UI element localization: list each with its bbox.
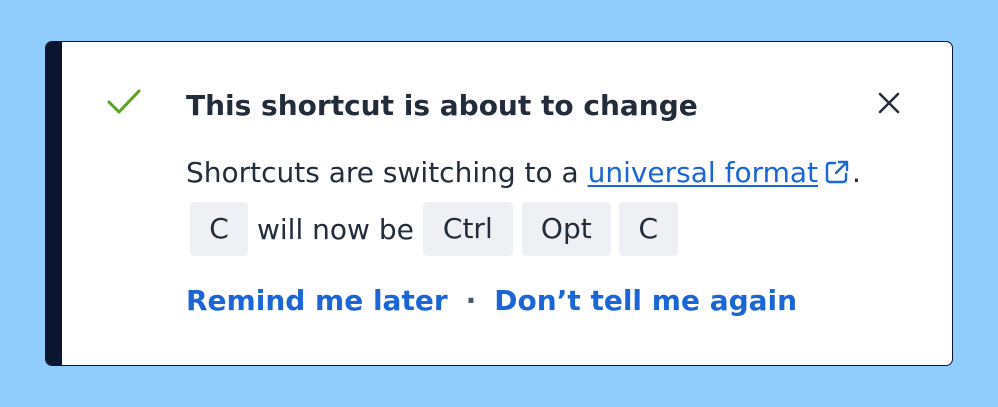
message-suffix: . (852, 156, 861, 189)
new-key-ctrl: Ctrl (422, 202, 513, 256)
close-icon[interactable] (876, 90, 902, 116)
dont-tell-me-again-button[interactable]: Don’t tell me again (494, 284, 797, 317)
flag-message: Shortcuts are switching to a universal f… (186, 156, 861, 189)
message-prefix: Shortcuts are switching to a (186, 156, 588, 189)
flag-accent-bar (46, 42, 62, 365)
shortcut-change-flag: This shortcut is about to change Shortcu… (45, 41, 953, 366)
external-link-icon[interactable] (822, 157, 852, 187)
will-now-be-text: will now be (257, 212, 414, 246)
flag-title: This shortcut is about to change (186, 89, 698, 122)
new-key-c: C (618, 202, 678, 256)
remind-me-later-button[interactable]: Remind me later (186, 284, 448, 317)
checkmark-icon (107, 89, 141, 114)
universal-format-link[interactable]: universal format (588, 156, 818, 189)
flag-actions: Remind me later · Don’t tell me again (186, 284, 797, 317)
shortcut-keys-row: C will now be Ctrl Opt C (186, 201, 678, 257)
new-key-opt: Opt (521, 202, 611, 256)
action-separator: · (465, 284, 477, 317)
old-key-c: C (190, 202, 248, 256)
